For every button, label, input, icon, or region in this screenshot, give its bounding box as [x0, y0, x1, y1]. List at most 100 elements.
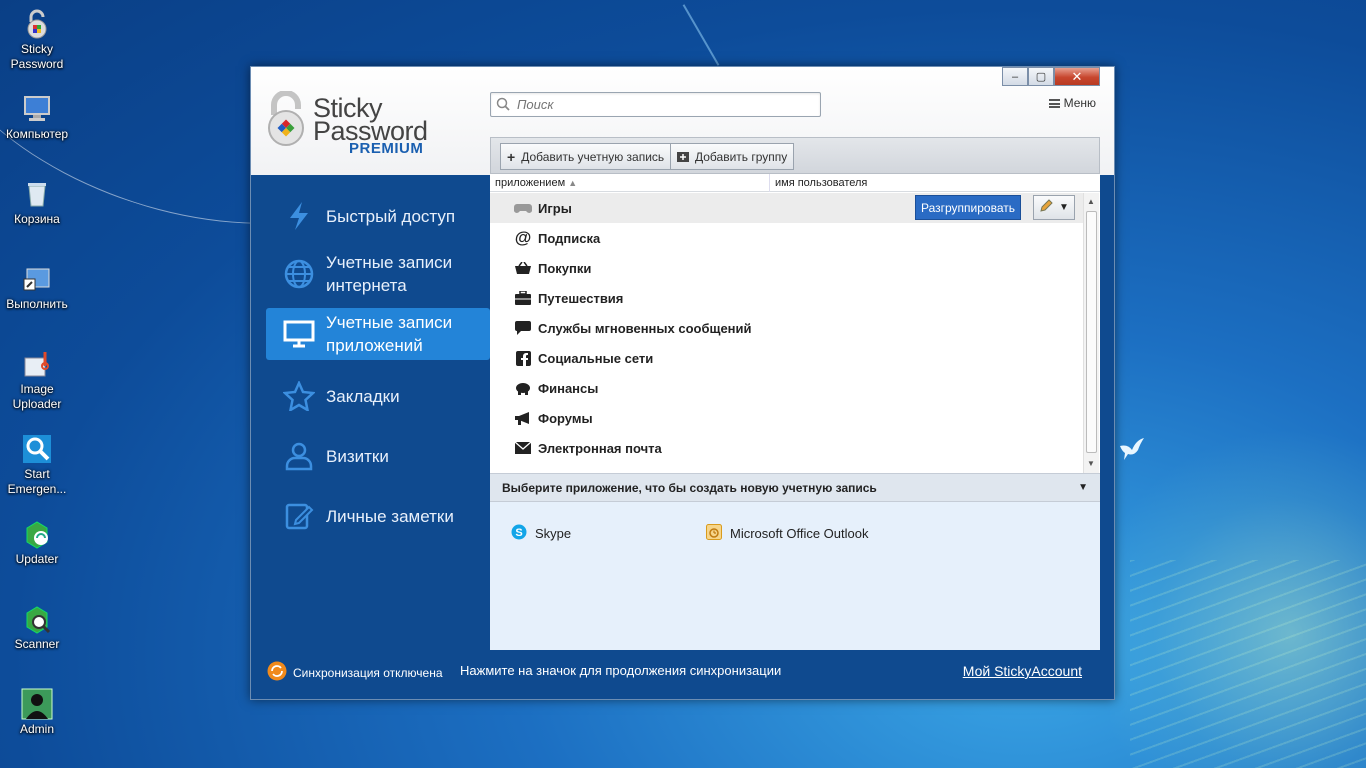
list-item-label: Службы мгновенных сообщений: [538, 320, 752, 336]
sidebar-item-label: Быстрый доступ: [326, 206, 456, 226]
desktop-icon-label: Admin: [19, 722, 54, 736]
sidebar-item-quick-access[interactable]: Быстрый доступ: [266, 190, 490, 242]
list-item-label: Электронная почта: [538, 440, 662, 456]
choose-app-bar[interactable]: Выберите приложение, что бы создать нову…: [490, 473, 1100, 502]
menu-label: Меню: [1063, 96, 1096, 110]
sidebar-item-identities[interactable]: Визитки: [266, 430, 490, 482]
list-item-travel[interactable]: Путешествия: [490, 283, 1083, 313]
list-item-forums[interactable]: Форумы: [490, 403, 1083, 433]
sort-up-icon: ▲: [568, 178, 578, 188]
desktop-icon-label: Image Uploader: [12, 382, 62, 411]
column-header-username[interactable]: имя пользователя: [775, 177, 867, 189]
list-item-label: Покупки: [538, 260, 592, 276]
scrollbar-thumb[interactable]: [1086, 211, 1097, 453]
content-panel: + Добавить учетную запись Добавить групп…: [490, 137, 1100, 650]
desktop-icon-computer[interactable]: Компьютер: [0, 93, 74, 142]
desktop-icon-run[interactable]: Выполнить: [0, 263, 74, 312]
menu-button[interactable]: Меню: [1048, 96, 1096, 110]
outlook-icon: [706, 524, 722, 543]
column-headers: приложением ▲ имя пользователя: [490, 174, 1100, 192]
desktop-icon-updater[interactable]: Updater: [0, 518, 74, 567]
image-uploader-icon: [21, 348, 53, 380]
list-item-email[interactable]: Электронная почта: [490, 433, 1083, 463]
sync-hint: Нажмите на значок для продолжения синхро…: [460, 663, 782, 678]
desktop-icon-image-uploader[interactable]: Image Uploader: [0, 348, 74, 412]
desktop-icon-label: Корзина: [14, 212, 60, 226]
desktop-icon-recycle-bin[interactable]: Корзина: [0, 178, 74, 227]
desktop-icon-start-emergency[interactable]: Start Emergen...: [0, 433, 74, 497]
edit-dropdown-button[interactable]: ▼: [1033, 195, 1075, 220]
my-account-link[interactable]: Мой StickyAccount: [963, 663, 1082, 679]
scroll-up-arrow[interactable]: ▲: [1087, 197, 1095, 206]
add-group-label: Добавить группу: [695, 149, 788, 164]
dove-icon: [1120, 438, 1144, 460]
sticky-password-icon: [21, 8, 53, 40]
sidebar-item-label: Учетные записи интернета: [326, 253, 453, 295]
search-box: [490, 92, 821, 117]
scanner-icon: [21, 603, 53, 635]
list-item-messengers[interactable]: Службы мгновенных сообщений: [490, 313, 1083, 343]
app-skype[interactable]: S Skype: [511, 524, 571, 543]
list-item-games[interactable]: Игры Разгруппировать ▼: [490, 193, 1083, 223]
basket-icon: [514, 260, 532, 276]
person-icon: [282, 439, 316, 473]
ungroup-button[interactable]: Разгруппировать: [914, 195, 1021, 220]
suitcase-icon: [514, 290, 532, 306]
desktop-icon-sticky-password[interactable]: Sticky Password: [0, 8, 74, 72]
facebook-icon: [514, 350, 532, 366]
list-item-subscription[interactable]: @ Подписка: [490, 223, 1083, 253]
updater-icon: [21, 518, 53, 550]
add-group-button[interactable]: Добавить группу: [670, 143, 795, 170]
sync-icon: [267, 661, 287, 684]
recycle-bin-icon: [21, 178, 53, 210]
group-list: Игры Разгруппировать ▼ @ Подписка Покупк…: [490, 193, 1083, 473]
app-label: Microsoft Office Outlook: [730, 526, 869, 541]
column-header-app[interactable]: приложением ▲: [495, 177, 577, 189]
column-header-app-label: приложением: [495, 177, 566, 189]
logo-text-premium: PREMIUM: [349, 140, 424, 157]
envelope-icon: [514, 440, 532, 456]
pencil-icon: [1039, 199, 1053, 216]
close-button[interactable]: ✕: [1054, 67, 1100, 86]
sidebar-item-secure-memos[interactable]: Личные заметки: [266, 490, 490, 542]
sync-status-label: Синхронизация отключена: [293, 665, 443, 680]
column-divider[interactable]: [769, 174, 770, 192]
list-item-social-networks[interactable]: Социальные сети: [490, 343, 1083, 373]
list-item-label: Социальные сети: [538, 350, 654, 366]
list-item-shopping[interactable]: Покупки: [490, 253, 1083, 283]
add-account-button[interactable]: + Добавить учетную запись: [500, 143, 672, 170]
hamburger-icon: [1048, 98, 1060, 108]
list-item-label: Игры: [538, 200, 572, 216]
sync-status[interactable]: Синхронизация отключена: [267, 661, 443, 684]
choose-app-label: Выберите приложение, что бы создать нову…: [502, 480, 877, 495]
list-item-label: Финансы: [538, 380, 599, 396]
skype-icon: S: [511, 524, 527, 543]
list-scrollbar[interactable]: ▲ ▼: [1083, 193, 1099, 473]
app-logo: Sticky Password PREMIUM: [265, 89, 465, 159]
notes-icon: [282, 499, 316, 533]
sticky-password-window: – ▢ ✕ Sticky Password PREMIUM Поиск Меню…: [250, 66, 1115, 700]
star-icon: [282, 379, 316, 413]
sidebar-item-app-accounts[interactable]: Учетные записи приложений: [266, 308, 500, 360]
minimize-button[interactable]: –: [1002, 67, 1028, 86]
run-icon: [21, 263, 53, 295]
desktop-icon-scanner[interactable]: Scanner: [0, 603, 74, 652]
search-input[interactable]: [517, 96, 807, 113]
scroll-down-arrow[interactable]: ▼: [1087, 459, 1095, 468]
sidebar-item-label: Визитки: [326, 446, 389, 466]
maximize-button[interactable]: ▢: [1028, 67, 1054, 86]
sidebar-item-label: Учетные записи приложений: [326, 313, 453, 355]
list-item-label: Форумы: [538, 410, 593, 426]
plus-icon: +: [507, 148, 516, 165]
dropdown-arrow-icon: ▼: [1059, 202, 1069, 213]
wallpaper-streak: [682, 4, 720, 66]
desktop-icon-admin[interactable]: Admin: [0, 688, 74, 737]
status-bar: Синхронизация отключена Нажмите на значо…: [251, 655, 1114, 699]
app-outlook[interactable]: Microsoft Office Outlook: [706, 524, 868, 543]
list-item-finance[interactable]: Финансы: [490, 373, 1083, 403]
sidebar-item-label: Личные заметки: [326, 506, 454, 526]
desktop-icon-label: Sticky Password: [10, 42, 64, 71]
toolbar: + Добавить учетную запись Добавить групп…: [490, 137, 1100, 174]
sidebar-item-bookmarks[interactable]: Закладки: [266, 370, 490, 422]
sidebar-item-internet-accounts[interactable]: Учетные записи интернета: [266, 248, 490, 300]
